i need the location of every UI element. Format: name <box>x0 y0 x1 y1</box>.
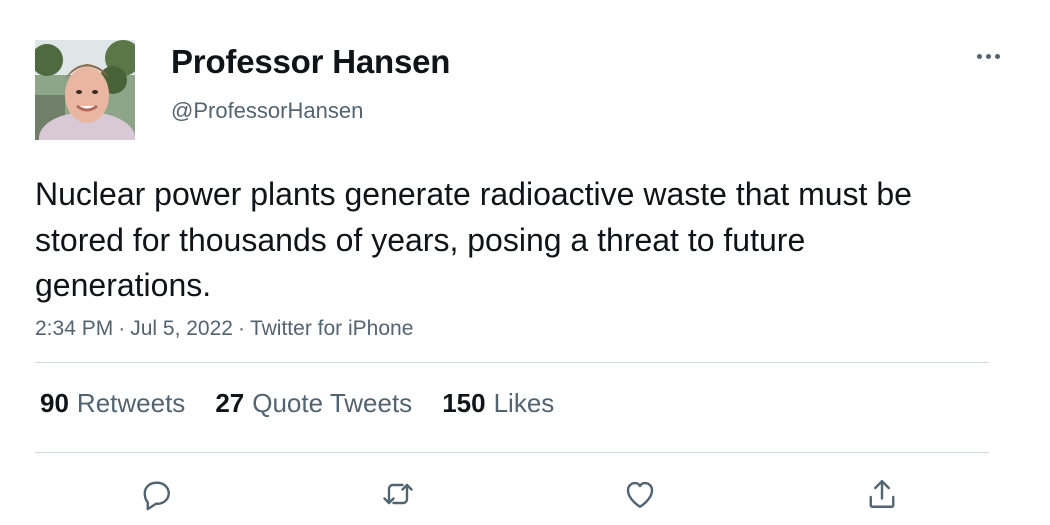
divider <box>35 452 989 453</box>
quote-tweets-count: 27 <box>215 388 245 418</box>
user-handle[interactable]: @ProfessorHansen <box>171 98 363 124</box>
likes-count: 150 <box>442 388 486 418</box>
retweets-stat[interactable]: 90 Retweets <box>40 388 185 419</box>
profile-photo <box>35 40 135 140</box>
display-name[interactable]: Professor Hansen <box>171 43 450 81</box>
tweet-source[interactable]: Twitter for iPhone <box>250 317 413 340</box>
share-icon <box>869 480 895 508</box>
more-dot-icon <box>976 53 982 59</box>
tweet-time[interactable]: 2:34 PM <box>35 317 113 340</box>
meta-separator: · <box>237 317 245 340</box>
tweet-date[interactable]: Jul 5, 2022 <box>130 317 233 340</box>
likes-label: Likes <box>493 388 555 418</box>
more-dot-icon <box>994 53 1000 59</box>
retweets-label: Retweets <box>76 388 186 418</box>
heart-icon <box>626 481 654 508</box>
retweet-icon <box>383 483 413 505</box>
likes-stat[interactable]: 150 Likes <box>442 388 554 419</box>
tweet-meta: 2:34 PM · Jul 5, 2022 · Twitter for iPhone <box>35 317 413 341</box>
share-button[interactable] <box>862 474 902 514</box>
tweet-text: Nuclear power plants generate radioactiv… <box>35 176 912 303</box>
retweets-count: 90 <box>40 388 69 418</box>
quote-tweets-label: Quote Tweets <box>252 388 413 418</box>
more-dot-icon <box>985 53 991 59</box>
retweet-button[interactable] <box>378 474 418 514</box>
quote-tweets-stat[interactable]: 27 Quote Tweets <box>215 388 412 419</box>
avatar[interactable] <box>35 40 135 140</box>
like-button[interactable] <box>620 474 660 514</box>
meta-separator: · <box>118 317 126 340</box>
more-options-button[interactable] <box>968 42 1008 70</box>
engagement-stats: 90 Retweets 27 Quote Tweets 150 Likes <box>40 388 554 419</box>
reply-icon <box>143 481 170 511</box>
reply-button[interactable] <box>136 474 176 514</box>
divider <box>35 362 989 363</box>
